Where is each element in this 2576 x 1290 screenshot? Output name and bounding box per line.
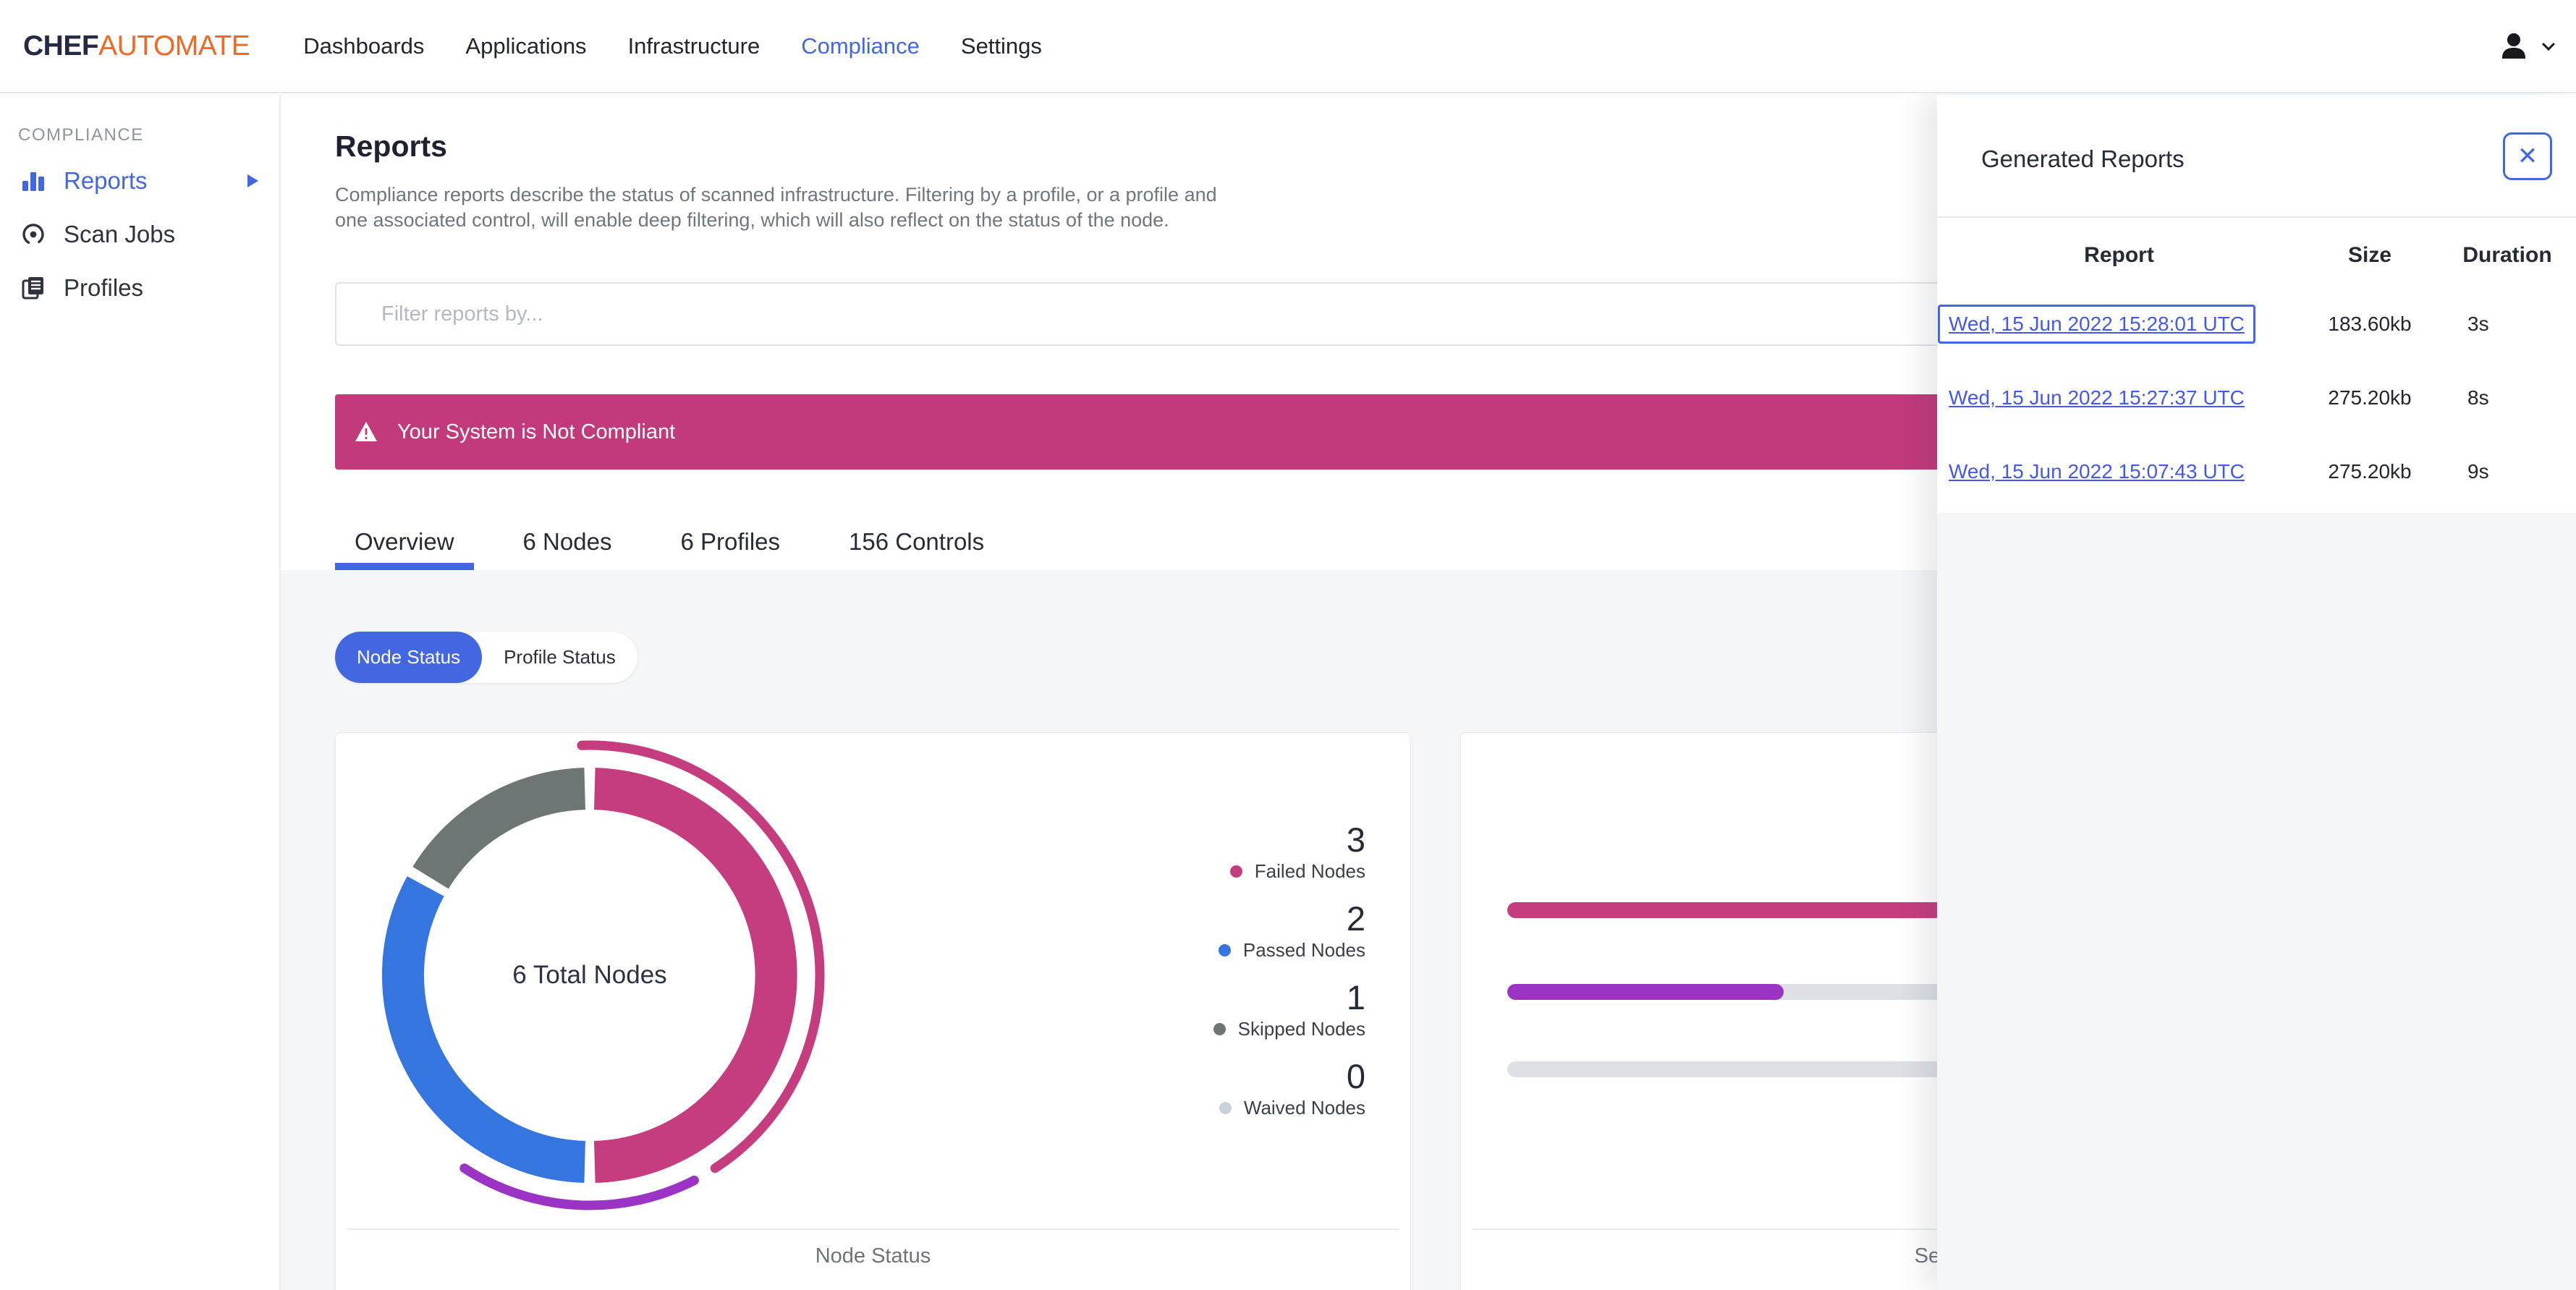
page-description: Compliance reports describe the status o… (335, 184, 1217, 231)
generated-reports-panel: Generated Reports ✕ Report Size Duration… (1937, 95, 2576, 1290)
sidebar-item-profiles[interactable]: Profiles (0, 261, 279, 315)
donut-skipped-segment (412, 768, 586, 889)
report-duration: 8s (2467, 386, 2489, 409)
waived-count: 0 (1346, 1057, 1365, 1095)
report-duration: 3s (2467, 313, 2489, 335)
table-row: Wed, 15 Jun 2022 15:28:01 UTC 183.60kb 3… (1937, 287, 2576, 361)
passed-count: 2 (1346, 899, 1365, 938)
nav-dashboards[interactable]: Dashboards (303, 33, 424, 59)
warning-triangle-icon (355, 421, 378, 443)
app-header: CHEFAUTOMATE Dashboards Applications Inf… (0, 0, 2576, 93)
skipped-count: 1 (1346, 978, 1365, 1017)
report-link[interactable]: Wed, 15 Jun 2022 15:28:01 UTC (1949, 313, 2245, 335)
focused-report-ring: Wed, 15 Jun 2022 15:28:01 UTC (1938, 305, 2255, 344)
legend-label: Skipped Nodes (1237, 1018, 1365, 1040)
tab-profiles[interactable]: 6 Profiles (661, 514, 800, 570)
legend-item-skipped: 1 Skipped Nodes (1213, 980, 1365, 1040)
report-size: 275.20kb (2328, 460, 2412, 483)
scan-icon (20, 221, 46, 247)
node-status-caption: Node Status (347, 1229, 1399, 1268)
legend-label: Waived Nodes (1243, 1097, 1365, 1119)
compliance-sidebar: COMPLIANCE Reports Scan Jobs Profiles (0, 95, 281, 1290)
node-status-card: 6 Total Nodes 3 Failed Nodes 2 Passed No… (335, 732, 1411, 1290)
sidebar-item-label: Scan Jobs (64, 221, 176, 247)
node-status-donut-chart[interactable]: 6 Total Nodes (336, 722, 843, 1229)
skipped-dot-icon (1213, 1022, 1226, 1035)
legend-item-waived: 0 Waived Nodes (1219, 1059, 1365, 1119)
profiles-icon (20, 275, 46, 301)
report-link[interactable]: Wed, 15 Jun 2022 15:27:37 UTC (1949, 386, 2245, 409)
logo-chef: CHEF (23, 30, 99, 61)
toggle-node-status[interactable]: Node Status (335, 632, 483, 683)
tab-controls[interactable]: 156 Controls (829, 514, 1004, 570)
nav-infrastructure[interactable]: Infrastructure (628, 33, 760, 59)
legend-item-failed: 3 Failed Nodes (1229, 820, 1365, 882)
report-duration: 9s (2467, 460, 2489, 483)
close-icon: ✕ (2517, 143, 2538, 170)
donut-passed-segment (381, 876, 586, 1183)
user-profile-icon[interactable] (2496, 29, 2531, 64)
table-header-row: Report Size Duration (1937, 224, 2576, 287)
banner-message: Your System is Not Compliant (397, 420, 676, 444)
tab-nodes[interactable]: 6 Nodes (504, 514, 632, 570)
sidebar-section-label: COMPLIANCE (18, 125, 144, 145)
sidebar-item-reports[interactable]: Reports (0, 154, 279, 208)
panel-header: Generated Reports ✕ (1937, 95, 2576, 218)
top-nav: Dashboards Applications Infrastructure C… (303, 33, 1042, 59)
generated-reports-table: Report Size Duration Wed, 15 Jun 2022 15… (1937, 218, 2576, 513)
column-duration: Duration (2462, 243, 2552, 267)
sidebar-item-label: Reports (64, 167, 148, 194)
legend-item-passed: 2 Passed Nodes (1218, 899, 1365, 961)
sidebar-item-scan-jobs[interactable]: Scan Jobs (0, 208, 279, 261)
logo-automate: AUTOMATE (98, 30, 250, 61)
donut-failed-segment (593, 768, 797, 1183)
legend-label: Passed Nodes (1242, 939, 1365, 961)
nav-settings[interactable]: Settings (961, 33, 1042, 59)
report-size: 275.20kb (2328, 386, 2412, 409)
nav-applications[interactable]: Applications (465, 33, 586, 59)
chevron-down-icon[interactable] (2540, 38, 2557, 55)
node-status-legend: 3 Failed Nodes 2 Passed Nodes 1 Skipped … (1213, 823, 1365, 1119)
chef-automate-logo[interactable]: CHEFAUTOMATE (23, 30, 250, 62)
toggle-profile-status[interactable]: Profile Status (482, 632, 637, 683)
expand-arrow-icon[interactable] (245, 172, 260, 190)
header-right (2496, 29, 2576, 64)
nav-compliance[interactable]: Compliance (801, 33, 920, 59)
passed-dot-icon (1218, 943, 1231, 956)
column-report: Report (2084, 243, 2154, 267)
table-row: Wed, 15 Jun 2022 15:27:37 UTC 275.20kb 8… (1937, 361, 2576, 435)
failed-dot-icon (1229, 865, 1242, 878)
tab-overview[interactable]: Overview (335, 514, 474, 570)
status-toggle: Node Status Profile Status (335, 632, 637, 683)
waived-dot-icon (1219, 1101, 1232, 1114)
failed-count: 3 (1346, 820, 1365, 859)
report-size: 183.60kb (2328, 313, 2412, 335)
legend-label: Failed Nodes (1254, 860, 1365, 882)
table-row: Wed, 15 Jun 2022 15:07:43 UTC 275.20kb 9… (1937, 435, 2576, 509)
sidebar-item-label: Profiles (64, 274, 144, 301)
report-link[interactable]: Wed, 15 Jun 2022 15:07:43 UTC (1949, 460, 2245, 483)
panel-title: Generated Reports (1981, 145, 2185, 172)
close-panel-button[interactable]: ✕ (2503, 132, 2552, 180)
column-size: Size (2347, 243, 2392, 267)
bar-chart-icon (20, 169, 46, 193)
